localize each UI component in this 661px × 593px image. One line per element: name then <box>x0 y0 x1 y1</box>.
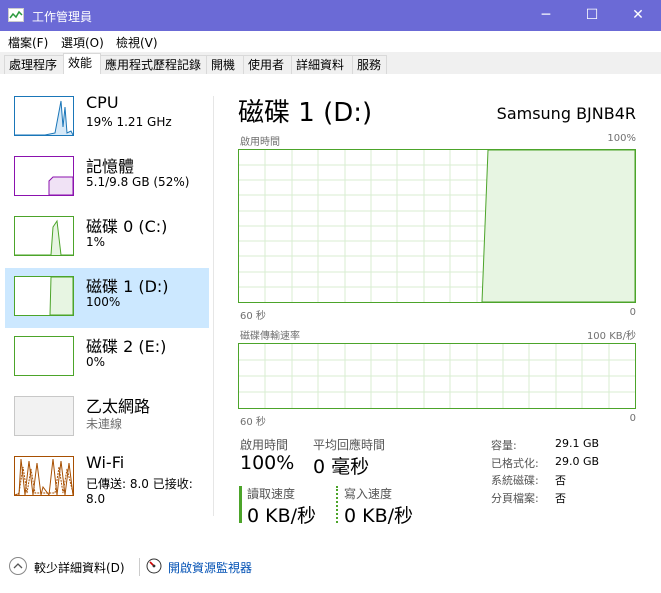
graph1-label: 啟用時間 <box>240 137 280 148</box>
graph2-max: 100 KB/秒 <box>586 331 636 342</box>
maximize-button[interactable]: ☐ <box>569 0 615 31</box>
menu-bar: 檔案(F) 選項(O) 檢視(V) <box>0 31 661 51</box>
wifi-thumbnail-graph <box>14 456 74 496</box>
cpu-thumbnail-graph <box>14 96 74 136</box>
menu-view[interactable]: 檢視(V) <box>116 34 158 51</box>
read-value: 0 KB/秒 <box>247 505 317 527</box>
tab-users[interactable]: 使用者 <box>243 55 292 74</box>
window-title: 工作管理員 <box>32 10 93 24</box>
sidebar-item-title: 磁碟 2 (E:) <box>86 337 167 356</box>
tab-services[interactable]: 服務 <box>352 55 387 74</box>
active-time-value: 100% <box>240 452 295 474</box>
active-time-label: 啟用時間 <box>240 438 289 452</box>
sidebar-item-title: 磁碟 1 (D:) <box>86 277 169 296</box>
write-indicator <box>336 486 338 523</box>
disk2-thumbnail-graph <box>14 336 74 376</box>
sidebar-item-title: 磁碟 0 (C:) <box>86 217 168 236</box>
graph1-max: 100% <box>607 133 636 144</box>
memory-thumbnail-graph <box>14 156 74 196</box>
page-file-label: 分頁檔案: <box>491 492 539 505</box>
formatted-value: 29.0 GB <box>555 455 600 468</box>
disk1-thumbnail-graph <box>14 276 74 316</box>
capacity-label: 容量: <box>491 439 517 452</box>
sidebar-item-title: CPU <box>86 93 119 112</box>
sidebar-item-cpu[interactable]: CPU 19% 1.21 GHz <box>5 88 209 148</box>
avg-response-label: 平均回應時間 <box>313 438 386 452</box>
disk-model: Samsung BJNB4R <box>496 104 636 123</box>
tab-performance[interactable]: 效能 <box>63 53 101 75</box>
transfer-rate-graph <box>238 343 636 409</box>
sidebar-item-title: 乙太網路 <box>86 397 151 416</box>
read-label: 讀取速度 <box>247 487 296 501</box>
footer-separator <box>139 558 140 576</box>
graph1-time: 60 秒 <box>240 311 266 322</box>
sidebar-item-wifi[interactable]: Wi-Fi 已傳送: 8.0 已接收: 8.0 <box>5 448 209 508</box>
sidebar-item-subtitle: 1% <box>86 235 106 249</box>
active-time-graph <box>238 149 636 303</box>
tab-details[interactable]: 詳細資料 <box>291 55 353 74</box>
graph2-zero: 0 <box>629 413 636 424</box>
close-button[interactable]: ✕ <box>615 0 661 31</box>
page-file-value: 否 <box>555 492 566 505</box>
capacity-value: 29.1 GB <box>555 437 600 450</box>
graph1-zero: 0 <box>629 307 636 318</box>
sidebar-item-disk1[interactable]: 磁碟 1 (D:) 100% <box>5 268 209 328</box>
system-disk-value: 否 <box>555 474 566 487</box>
sidebar-item-subtitle: 100% <box>86 295 121 309</box>
fewer-details-label: 較少詳細資料(D) <box>34 561 125 575</box>
sidebar-item-title: Wi-Fi <box>86 453 125 472</box>
page-title: 磁碟 1 (D:) <box>238 98 373 128</box>
avg-response-value: 0 毫秒 <box>313 456 370 478</box>
sidebar-item-subtitle: 未連線 <box>86 417 123 431</box>
sidebar-divider <box>213 96 214 516</box>
open-resource-monitor-label: 開啟資源監視器 <box>168 561 253 575</box>
sidebar-item-disk2[interactable]: 磁碟 2 (E:) 0% <box>5 328 209 388</box>
system-disk-label: 系統磁碟: <box>491 474 539 487</box>
tab-app-history[interactable]: 應用程式歷程記錄 <box>100 55 207 74</box>
menu-file[interactable]: 檔案(F) <box>8 34 48 51</box>
tab-startup[interactable]: 開機 <box>206 55 244 74</box>
footer-bar: 較少詳細資料(D) 開啟資源監視器 <box>0 548 661 593</box>
read-indicator <box>239 486 242 523</box>
write-label: 寫入速度 <box>344 487 393 501</box>
tab-processes[interactable]: 處理程序 <box>4 55 64 74</box>
sidebar-item-subtitle: 已傳送: 8.0 已接收: 8.0 <box>86 477 193 506</box>
graph2-time: 60 秒 <box>240 417 266 428</box>
sidebar-item-subtitle: 0% <box>86 355 106 369</box>
chevron-up-icon <box>9 557 27 575</box>
minimize-button[interactable]: ─ <box>523 0 569 31</box>
resource-monitor-icon <box>146 558 162 574</box>
ethernet-thumbnail-graph <box>14 396 74 436</box>
sidebar-item-subtitle: 19% 1.21 GHz <box>86 115 172 129</box>
sidebar-item-subtitle: 5.1/9.8 GB (52%) <box>86 175 190 189</box>
sidebar-item-memory[interactable]: 記憶體 5.1/9.8 GB (52%) <box>5 148 209 208</box>
tab-bar: 處理程序 效能 應用程式歷程記錄 開機 使用者 詳細資料 服務 <box>0 52 661 75</box>
graph2-label: 磁碟傳輸速率 <box>240 331 300 342</box>
write-value: 0 KB/秒 <box>344 505 414 527</box>
formatted-label: 已格式化: <box>491 457 539 470</box>
disk0-thumbnail-graph <box>14 216 74 256</box>
task-manager-icon <box>8 8 24 22</box>
title-bar: 工作管理員 ─ ☐ ✕ <box>0 0 661 31</box>
sidebar-item-title: 記憶體 <box>86 157 135 176</box>
sidebar-item-ethernet[interactable]: 乙太網路 未連線 <box>5 388 209 448</box>
sidebar-item-disk0[interactable]: 磁碟 0 (C:) 1% <box>5 208 209 268</box>
menu-options[interactable]: 選項(O) <box>61 34 104 51</box>
